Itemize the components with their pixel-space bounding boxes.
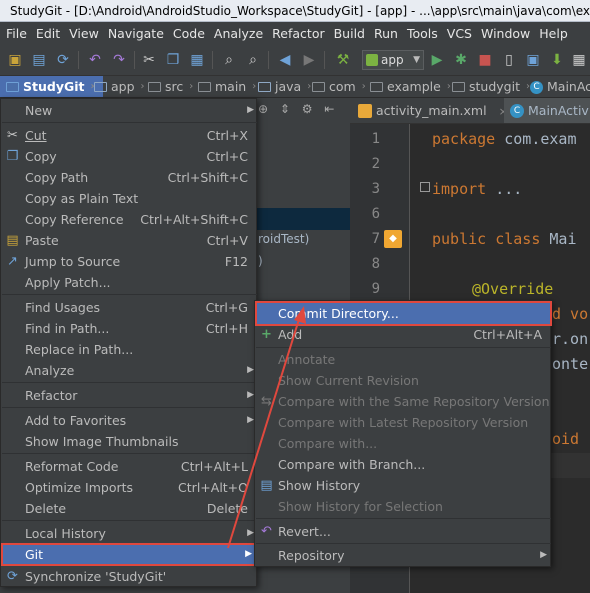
annotation-arrow [227, 306, 306, 549]
